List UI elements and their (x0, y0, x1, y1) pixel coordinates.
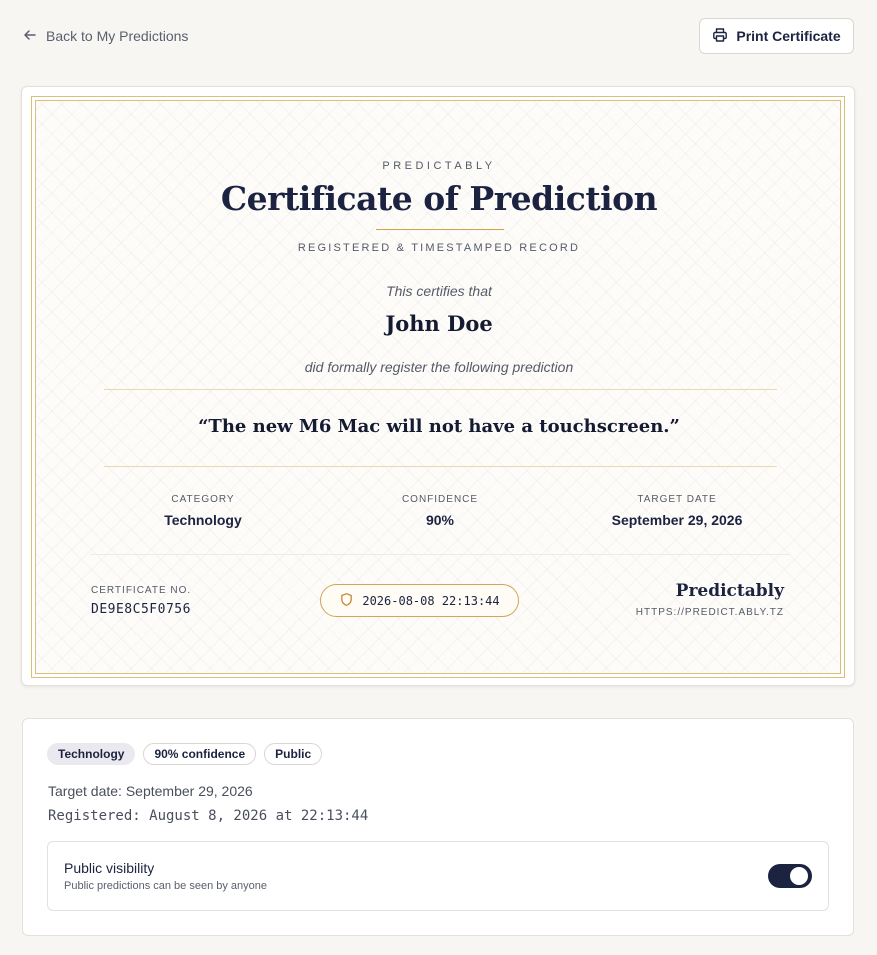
visibility-description: Public predictions can be seen by anyone (64, 880, 268, 892)
certificate-subtitle: REGISTERED & TIMESTAMPED RECORD (297, 242, 581, 254)
confidence-block: CONFIDENCE 90% (320, 494, 560, 528)
visibility-tag: Public (264, 743, 323, 765)
toggle-knob (790, 867, 808, 885)
public-visibility-toggle[interactable] (768, 864, 812, 888)
category-value: Technology (164, 512, 242, 528)
top-bar: Back to My Predictions Print Certificate (0, 0, 877, 72)
title-divider (376, 229, 504, 230)
target-date-label: TARGET DATE (637, 494, 717, 505)
category-block: CATEGORY Technology (83, 494, 323, 528)
visibility-title: Public visibility (64, 860, 155, 876)
public-visibility-setting: Public visibility Public predictions can… (47, 841, 829, 911)
confidence-label: CONFIDENCE (401, 494, 479, 505)
holder-name: John Doe (385, 311, 493, 336)
confidence-value: 90% (425, 512, 455, 528)
category-label: CATEGORY (171, 494, 235, 505)
certificate-brand-url: HTTPS://PREDICT.ABLY.TZ (635, 607, 784, 618)
prediction-top-divider (104, 389, 777, 390)
category-tag: Technology (47, 743, 136, 765)
certificate-card: PREDICTABLY Certificate of Prediction RE… (21, 86, 855, 686)
target-date-value: September 29, 2026 (611, 512, 743, 528)
arrow-left-icon (22, 27, 38, 46)
tag-list: Technology 90% confidence Public (47, 743, 323, 765)
certificate-brand-small: PREDICTABLY (382, 160, 496, 172)
certificate-title: Certificate of Prediction (220, 179, 658, 218)
back-link-label: Back to My Predictions (46, 28, 189, 44)
shield-icon (339, 592, 354, 610)
certificate-brand-signature: Predictably (675, 581, 784, 601)
target-date-block: TARGET DATE September 29, 2026 (557, 494, 797, 528)
timestamp-text: 2026-08-08 22:13:44 (362, 593, 500, 608)
formally-registered-text: did formally register the following pred… (304, 359, 574, 375)
footer-divider (90, 554, 790, 555)
certificate-outer-border: PREDICTABLY Certificate of Prediction RE… (31, 96, 845, 678)
prediction-statement: “The new M6 Mac will not have a touchscr… (198, 416, 680, 437)
target-date-line: Target date: September 29, 2026 (48, 783, 253, 799)
certificate-inner-border: PREDICTABLY Certificate of Prediction RE… (35, 100, 841, 674)
confidence-tag: 90% confidence (143, 743, 257, 765)
prediction-bottom-divider (104, 466, 777, 467)
certificate-number-label: CERTIFICATE NO. (91, 585, 192, 596)
timestamp-badge: 2026-08-08 22:13:44 (320, 584, 519, 617)
prediction-details-card: Technology 90% confidence Public Target … (22, 718, 854, 936)
printer-icon (712, 27, 728, 46)
back-to-predictions-link[interactable]: Back to My Predictions (22, 24, 188, 48)
certificate-number: DE9E8C5F0756 (91, 602, 191, 617)
certifies-text: This certifies that (386, 283, 492, 299)
print-certificate-button[interactable]: Print Certificate (699, 18, 854, 54)
registered-line: Registered: August 8, 2026 at 22:13:44 (48, 808, 369, 824)
print-button-label: Print Certificate (736, 28, 841, 44)
